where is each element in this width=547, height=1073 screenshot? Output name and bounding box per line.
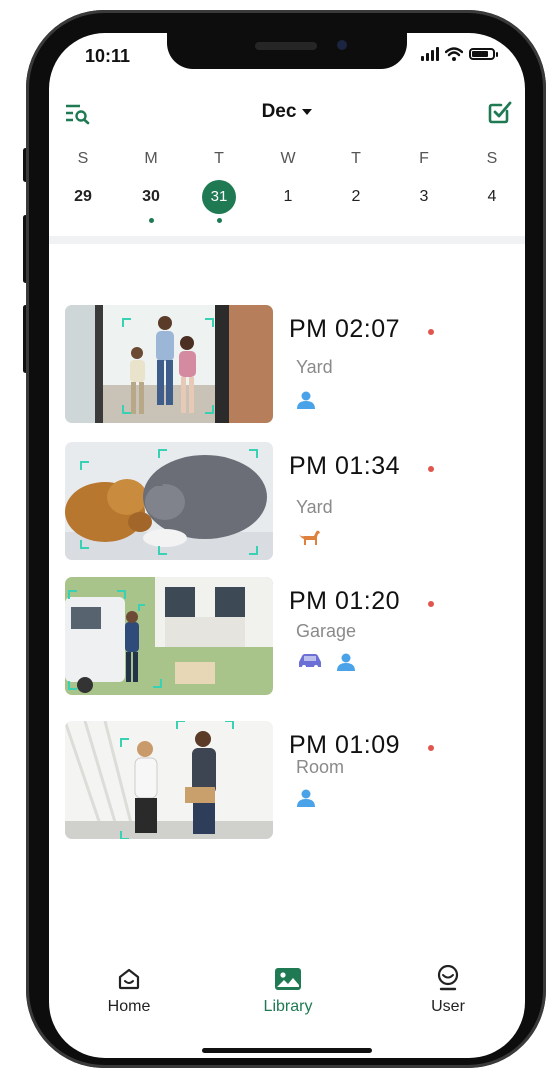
day-cell[interactable]: S 29 <box>63 148 103 214</box>
day-number: 29 <box>74 188 92 205</box>
month-label: Dec <box>261 101 297 122</box>
event-tags <box>297 653 355 671</box>
has-events-dot <box>148 218 154 223</box>
event-time: PM 01:34 <box>289 452 401 480</box>
unread-dot <box>428 466 434 472</box>
day-number: 2 <box>351 188 361 205</box>
event-location: Yard <box>296 357 333 377</box>
person-icon <box>297 789 315 807</box>
battery-icon <box>469 48 498 60</box>
event-time: PM 01:09 <box>289 731 401 759</box>
event-location: Room <box>296 757 345 777</box>
earpiece-speaker <box>255 42 317 50</box>
person-icon <box>297 391 315 409</box>
day-number: 3 <box>419 188 429 205</box>
notch <box>167 33 407 69</box>
event-tags <box>297 789 315 807</box>
day-cell[interactable]: M 30 <box>131 148 171 223</box>
tab-label: Home <box>107 998 151 1015</box>
car-icon <box>299 654 321 669</box>
event-card[interactable]: PM 02:07 Yard <box>65 305 505 425</box>
event-thumbnail[interactable] <box>65 721 273 839</box>
day-name: T <box>214 150 224 167</box>
dog-icon <box>299 530 320 545</box>
app-screen: 10:11 Dec S 29 M 30 T 31 W 1 T 2 F 3 S 4… <box>49 33 525 1058</box>
event-thumbnail[interactable] <box>65 305 273 423</box>
event-tags <box>297 528 321 546</box>
month-selector[interactable]: Dec <box>49 101 525 123</box>
unread-dot <box>428 745 434 751</box>
day-name: F <box>419 150 429 167</box>
day-number: 4 <box>487 188 497 205</box>
wifi-icon <box>445 47 463 61</box>
event-card[interactable]: PM 01:09 Room <box>65 721 505 841</box>
event-location: Yard <box>296 497 333 517</box>
day-number: 30 <box>142 188 160 205</box>
section-divider <box>49 236 525 244</box>
tab-label: User <box>431 998 465 1015</box>
event-time: PM 01:20 <box>289 587 401 615</box>
checkbox-edit-icon[interactable] <box>487 99 513 125</box>
day-name: M <box>144 150 158 167</box>
person-icon <box>337 653 355 671</box>
event-thumbnail[interactable] <box>65 577 273 695</box>
user-avatar-icon <box>437 965 459 991</box>
caret-down-icon <box>302 108 313 115</box>
day-number: 1 <box>283 188 293 205</box>
event-location: Garage <box>296 621 357 641</box>
day-cell[interactable]: F 3 <box>404 148 444 214</box>
tab-label: Library <box>263 998 313 1015</box>
day-cell-selected[interactable]: T 31 <box>199 148 239 223</box>
tab-home[interactable]: Home <box>84 963 174 1016</box>
day-name: T <box>351 150 361 167</box>
tab-library[interactable]: Library <box>243 963 333 1016</box>
unread-dot <box>428 601 434 607</box>
front-camera <box>337 40 347 50</box>
status-time: 10:11 <box>85 46 131 66</box>
day-cell[interactable]: W 1 <box>268 148 308 214</box>
unread-dot <box>428 329 434 335</box>
event-card[interactable]: PM 01:20 Garage <box>65 577 505 697</box>
has-events-dot <box>216 218 222 223</box>
day-name: S <box>486 150 498 167</box>
cellular-signal-icon <box>421 47 439 61</box>
day-number: 31 <box>202 180 236 214</box>
event-tags <box>297 391 315 409</box>
tab-user[interactable]: User <box>403 963 493 1016</box>
day-name: W <box>280 150 296 167</box>
event-card[interactable]: PM 01:34 Yard <box>65 442 505 562</box>
home-indicator[interactable] <box>202 1048 372 1053</box>
home-icon <box>118 968 140 990</box>
event-thumbnail[interactable] <box>65 442 273 560</box>
event-time: PM 02:07 <box>289 315 401 343</box>
status-icons <box>421 47 498 61</box>
bottom-tab-bar: Home Library User <box>49 963 525 1023</box>
day-cell[interactable]: S 4 <box>472 148 512 214</box>
gallery-icon <box>275 968 301 990</box>
day-name: S <box>77 150 89 167</box>
day-cell[interactable]: T 2 <box>336 148 376 214</box>
